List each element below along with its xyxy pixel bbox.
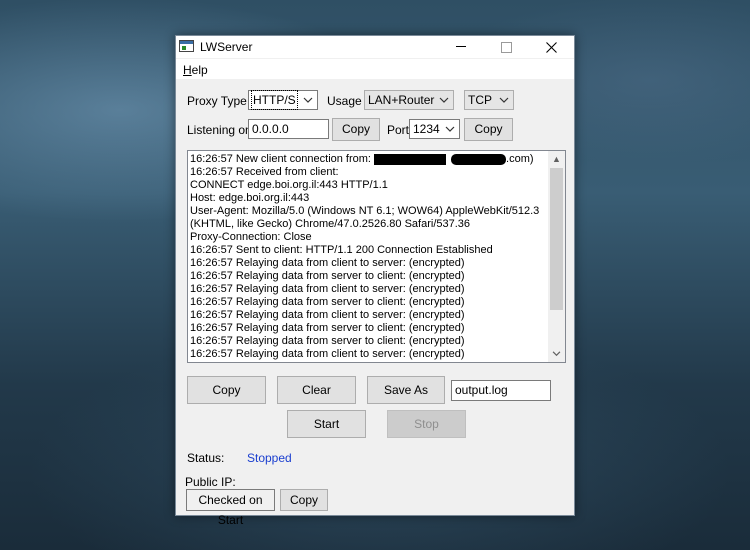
log-line: 16:26:57 Relaying data from client to se… [190,283,465,295]
log-line: 16:26:57 Relaying data from server to cl… [190,296,465,308]
close-icon [546,41,557,53]
title-bar: LWServer [176,36,574,58]
maximize-icon [501,42,512,54]
log-connection-prefix: 16:26:57 New client connection from: [190,153,375,165]
scroll-thumb[interactable] [550,168,563,310]
log-line: 16:26:57 New client connection from: .co… [190,153,548,166]
minimize-button[interactable] [438,36,483,58]
log-line: 16:26:57 Relaying data from server to cl… [190,335,465,347]
menu-help-mnemonic: H [183,63,192,77]
log-line: 16:26:57 Received from client: [190,166,339,178]
menu-help-rest: elp [191,63,208,77]
save-as-button[interactable]: Save As [367,376,445,404]
chevron-down-icon [499,97,509,103]
log-line: CONNECT edge.boi.org.il:443 HTTP/1.1 [190,179,388,191]
stop-button[interactable]: Stop [387,410,466,438]
chevron-down-icon [552,351,561,356]
proxy-type-select[interactable]: HTTP/S [248,90,318,110]
menu-help[interactable]: Help [183,63,208,77]
close-button[interactable] [529,36,574,58]
redacted-block [451,153,507,165]
log-line: (KHTML, like Gecko) Chrome/47.0.2526.80 … [190,218,471,230]
log-line: Host: edge.boi.org.il:443 [190,192,310,204]
lwserver-window: LWServer Help Proxy Type HTTP/S Usage LA… [175,35,575,527]
output-filename-input[interactable]: output.log [451,380,551,401]
log-line: 16:26:57 Relaying data from client to se… [190,257,465,269]
copy-address-button[interactable]: Copy [332,118,380,141]
start-button[interactable]: Start [287,410,366,438]
copy-ip-button[interactable]: Copy [280,489,328,511]
usage-select[interactable]: LAN+Router [364,90,454,110]
status-value: Stopped [247,451,292,465]
status-label: Status: [187,451,225,465]
window-title: LWServer [200,40,253,54]
maximize-button[interactable] [484,36,529,58]
log-line: 16:26:57 Relaying data from server to cl… [190,270,465,282]
proxy-type-value: HTTP/S [251,90,298,110]
log-line: 16:26:57 Sent to client: HTTP/1.1 200 Co… [190,244,493,256]
redacted-block [374,153,447,165]
log-line: Proxy-Connection: Close [190,231,312,243]
copy-port-button[interactable]: Copy [464,118,513,141]
app-icon [179,40,194,52]
menu-bar: Help [176,59,574,79]
scroll-up-icon[interactable]: ▲ [548,151,565,168]
clear-log-button[interactable]: Clear [277,376,356,404]
port-value: 1234 [413,122,440,136]
log-connection-suffix: .com) [506,153,534,165]
listening-label: Listening on [187,123,252,137]
chevron-down-icon [445,126,455,132]
scroll-down-icon[interactable] [548,345,565,362]
protocol-select[interactable]: TCP [464,90,514,110]
chevron-down-icon [303,97,313,103]
usage-value: LAN+Router [368,93,435,107]
log-lines: 16:26:57 New client connection from: .co… [190,153,548,361]
copy-log-button[interactable]: Copy [187,376,266,404]
log-line: 16:26:57 Relaying data from client to se… [190,309,465,321]
log-line: User-Agent: Mozilla/5.0 (Windows NT 6.1;… [190,205,540,217]
public-ip-label: Public IP: [185,475,236,489]
log-output[interactable]: 16:26:57 New client connection from: .co… [187,150,566,363]
log-line: 16:26:57 Relaying data from server to cl… [190,322,465,334]
port-label: Port [387,123,410,137]
chevron-down-icon [439,97,449,103]
listening-address-input[interactable]: 0.0.0.0 [248,119,329,139]
protocol-value: TCP [468,93,492,107]
log-scrollbar[interactable]: ▲ [548,151,565,362]
usage-label: Usage [327,94,362,108]
proxy-type-label: Proxy Type [187,94,247,108]
minimize-icon [455,46,466,47]
port-select[interactable]: 1234 [409,119,460,139]
log-line: 16:26:57 Relaying data from client to se… [190,348,465,360]
public-ip-field[interactable]: Checked on Start [186,489,275,527]
